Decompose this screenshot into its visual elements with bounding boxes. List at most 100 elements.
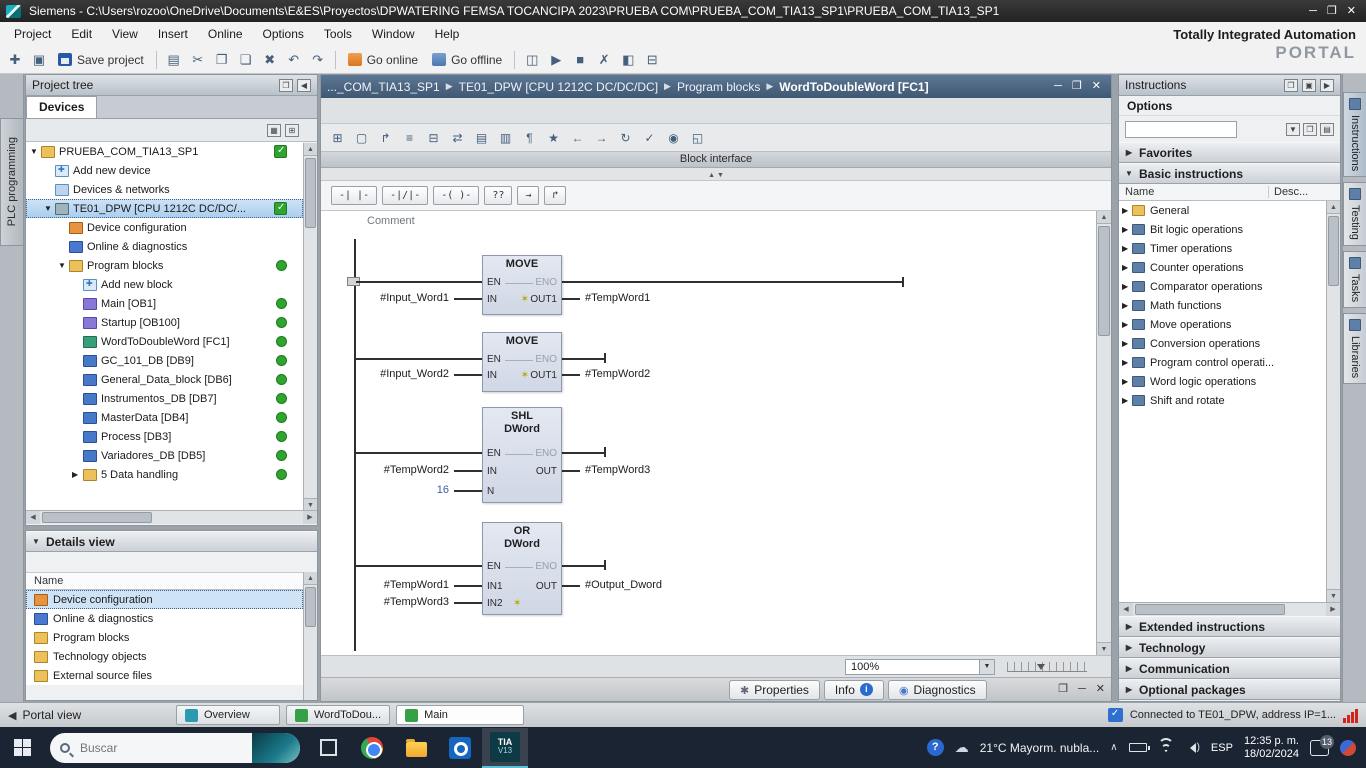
weather-widget[interactable]: 21°C Mayorm. nubla... [980,741,1100,755]
help-on-instructions-icon[interactable]: ▤ [1320,123,1334,136]
tree-item[interactable]: Add new device [26,161,303,180]
start-cpu-icon[interactable]: ▶ [545,49,567,71]
breadcrumb-segment[interactable]: TE01_DPW [CPU 1212C DC/DC/DC] [459,80,658,94]
menu-item[interactable]: Window [362,23,425,45]
scroll-left-icon[interactable]: ◀ [1119,603,1133,616]
pin-out[interactable]: OUT [536,581,557,592]
side-tab[interactable]: Testing [1343,182,1366,246]
operand-input[interactable]: #Input_Word2 [329,368,449,380]
tab-properties[interactable]: Properties [729,680,820,700]
close-branch-icon[interactable]: ↱ [544,186,566,205]
expander-icon[interactable] [72,470,83,479]
menu-item[interactable]: Insert [148,23,198,45]
tia-portal-taskbar-button[interactable]: TIA V13 [482,728,528,768]
new-project-icon[interactable]: ✚ [4,49,26,71]
insert-row-icon[interactable]: ≡ [399,127,420,148]
tab-plc-programming[interactable]: PLC programming [0,118,24,246]
scroll-left-icon[interactable]: ◀ [26,511,40,524]
task-view-button[interactable] [306,728,350,768]
scroll-right-icon[interactable]: ▶ [1326,603,1340,616]
tree-item[interactable]: Main [OB1] [26,294,303,313]
or-block[interactable]: OR DWord EN ENO IN1 OUT IN2 ✶ [482,522,562,615]
pin-en[interactable]: EN [487,354,501,365]
splitter-up-icon[interactable]: ▲ [708,172,715,179]
scrollbar-thumb[interactable] [42,512,152,523]
split-editor-horizontal-icon[interactable]: ⊟ [641,49,663,71]
search-promo-image[interactable] [252,733,300,763]
details-row[interactable]: Online & diagnostics [26,609,303,628]
operand-constant[interactable]: 16 [329,484,449,496]
cross-references-icon[interactable]: ✗ [593,49,615,71]
open-branch-icon[interactable]: ↱ [375,127,396,148]
tree-item[interactable]: Device configuration [26,218,303,237]
section-communication[interactable]: ▶ Communication [1119,658,1340,679]
taskbar-search[interactable] [50,733,300,763]
breadcrumb-segment[interactable]: Program blocks [677,80,760,94]
network-comment[interactable]: Comment [367,215,415,227]
instruction-group-row[interactable]: Word logic operations [1119,372,1340,391]
pin-eno[interactable]: ENO [535,561,557,572]
section-optional-packages[interactable]: ▶ Optional packages [1119,679,1340,700]
split-editor-vertical-icon[interactable]: ◧ [617,49,639,71]
expander-icon[interactable] [1122,301,1132,310]
instructions-scrollbar[interactable]: ▲ ▼ [1326,201,1340,602]
tree-item[interactable]: Add new block [26,275,303,294]
pin-eno[interactable]: ENO [535,277,557,288]
instruction-group-row[interactable]: Timer operations [1119,239,1340,258]
news-widget-icon[interactable] [1340,740,1356,756]
scroll-up-icon[interactable]: ▲ [1097,211,1111,224]
operand-input[interactable]: #Input_Word1 [329,292,449,304]
minimize-editor-icon[interactable]: ─ [1054,81,1062,92]
open-project-icon[interactable]: ▣ [28,49,50,71]
normally-open-contact-icon[interactable]: -| |- [331,186,377,205]
expander-icon[interactable] [1122,206,1132,215]
tab-devices[interactable]: Devices [26,96,97,118]
update-block-calls-icon[interactable]: ↻ [615,127,636,148]
cut-icon[interactable]: ✂ [187,49,209,71]
zoom-select[interactable]: 100% ▼ [845,659,995,675]
toggle-addressing-icon[interactable]: ⇄ [447,127,468,148]
volume-icon[interactable]: ) [1185,742,1200,753]
pin-in[interactable]: IN [487,370,497,381]
consistency-check-icon[interactable]: ✓ [639,127,660,148]
minimize-window-icon[interactable]: ─ [1309,6,1317,17]
column-description[interactable]: Desc... [1269,186,1308,198]
column-name[interactable]: Name [1119,186,1269,198]
pin-in[interactable]: IN [487,294,497,305]
close-inspector-icon[interactable]: ✕ [1096,684,1105,695]
instruction-group-row[interactable]: Counter operations [1119,258,1340,277]
section-basic-instructions[interactable]: ▼ Basic instructions [1119,163,1340,184]
tree-item[interactable]: Online & diagnostics [26,237,303,256]
start-button[interactable] [0,728,44,768]
expander-icon[interactable] [30,147,41,156]
instructions-hscrollbar[interactable]: ◀ ▶ [1119,602,1340,616]
expander-icon[interactable] [1122,320,1132,329]
project-tree-hscrollbar[interactable]: ◀ ▶ [26,510,317,524]
menu-item[interactable]: Online [198,23,253,45]
menu-item[interactable]: Help [425,23,470,45]
restore-editor-icon[interactable]: ❐ [1072,81,1082,92]
operand-input[interactable]: #TempWord1 [329,579,449,591]
operand-output[interactable]: #TempWord3 [585,464,650,476]
pin-panel-icon[interactable]: ❐ [1284,79,1298,92]
expander-icon[interactable] [58,261,69,270]
section-extended-instructions[interactable]: ▶ Extended instructions [1119,616,1340,637]
taskbar-clock[interactable]: 12:35 p. m. 18/02/2024 [1244,735,1299,761]
go-online-button[interactable]: Go online [342,51,424,69]
instruction-group-row[interactable]: Bit logic operations [1119,220,1340,239]
open-editor-button[interactable]: WordToDou... [286,705,390,725]
view-mode-icon[interactable]: ❐ [1303,123,1317,136]
menu-item[interactable]: Tools [314,23,362,45]
open-branch-icon[interactable]: → [517,186,539,205]
pin-in[interactable]: IN [487,466,497,477]
restore-window-icon[interactable]: ❐ [1327,6,1337,17]
menu-item[interactable]: Edit [61,23,102,45]
insert-empty-box-icon[interactable]: ▢ [351,127,372,148]
insert-network-icon[interactable]: ⊞ [327,127,348,148]
hidden-icons-chevron[interactable]: ∧ [1110,742,1117,753]
pin-en[interactable]: EN [487,448,501,459]
pin-eno[interactable]: ENO [535,354,557,365]
tree-item[interactable]: PRUEBA_COM_TIA13_SP1 [26,142,303,161]
delete-row-icon[interactable]: ⊟ [423,127,444,148]
side-tab[interactable]: Instructions [1343,92,1366,177]
